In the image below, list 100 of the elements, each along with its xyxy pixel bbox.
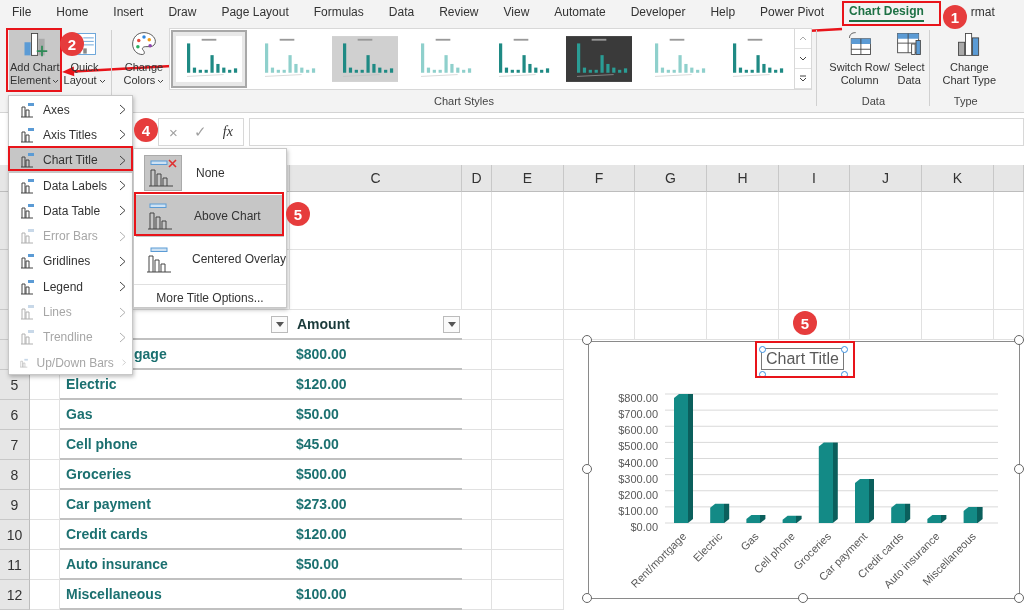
menu-item[interactable]: Axes xyxy=(9,97,132,123)
chart-bar[interactable] xyxy=(891,503,911,523)
chart-bar[interactable] xyxy=(710,503,730,523)
row-header[interactable]: 10 xyxy=(0,520,30,550)
filter-button[interactable] xyxy=(271,315,288,333)
sheet-cell[interactable] xyxy=(492,400,564,430)
column-header[interactable]: D xyxy=(462,165,492,192)
sheet-cell[interactable] xyxy=(290,250,462,310)
sheet-cell[interactable] xyxy=(492,430,564,460)
sheet-cell[interactable] xyxy=(30,490,60,520)
ribbon-tab[interactable]: View xyxy=(503,3,530,21)
sheet-cell[interactable] xyxy=(462,340,492,370)
select-data-button[interactable]: Select Data xyxy=(892,28,926,90)
menu-item[interactable]: Gridlines xyxy=(9,248,132,275)
sheet-cell[interactable] xyxy=(994,250,1024,310)
sheet-cell[interactable] xyxy=(492,310,564,340)
column-header[interactable] xyxy=(994,165,1024,192)
row-header[interactable]: 9 xyxy=(0,490,30,520)
ribbon-tab[interactable]: Developer xyxy=(630,3,686,21)
sheet-cell[interactable] xyxy=(462,460,492,490)
ribbon-tab[interactable]: rmat xyxy=(970,3,995,21)
title-handle[interactable] xyxy=(759,346,766,353)
column-header[interactable]: K xyxy=(922,165,994,192)
column-header[interactable]: I xyxy=(779,165,850,192)
sheet-cell[interactable] xyxy=(922,250,994,310)
chart-bar[interactable] xyxy=(746,514,766,523)
menu-item[interactable]: Data Labels xyxy=(9,172,132,199)
sheet-cell[interactable] xyxy=(462,370,492,400)
column-header[interactable]: H xyxy=(707,165,779,192)
chart-bar[interactable] xyxy=(818,442,838,523)
sheet-cell[interactable] xyxy=(462,430,492,460)
sheet-cell[interactable] xyxy=(30,520,60,550)
filter-button[interactable] xyxy=(443,315,460,333)
sheet-cell[interactable] xyxy=(922,192,994,250)
sheet-cell[interactable] xyxy=(30,550,60,580)
change-chart-type-button[interactable]: Change Chart Type xyxy=(941,28,998,90)
chart-bar[interactable] xyxy=(855,479,874,523)
chart-bar[interactable] xyxy=(782,515,802,523)
row-header[interactable]: 12 xyxy=(0,580,30,610)
sheet-cell[interactable] xyxy=(635,310,707,340)
menu-item[interactable]: Axis Titles xyxy=(9,122,132,148)
column-header[interactable]: F xyxy=(564,165,635,192)
column-header[interactable]: G xyxy=(635,165,707,192)
sheet-cell[interactable] xyxy=(492,250,564,310)
sheet-cell[interactable] xyxy=(635,250,707,310)
sheet-cell[interactable] xyxy=(994,192,1024,250)
row-header[interactable]: 8 xyxy=(0,460,30,490)
title-handle[interactable] xyxy=(841,346,848,353)
sheet-cell[interactable] xyxy=(30,460,60,490)
title-handle[interactable] xyxy=(841,371,848,378)
sheet-cell[interactable] xyxy=(30,400,60,430)
resize-handle[interactable] xyxy=(1014,593,1024,603)
sheet-cell[interactable] xyxy=(30,430,60,460)
sheet-cell[interactable] xyxy=(462,490,492,520)
sheet-cell[interactable] xyxy=(462,310,492,340)
resize-handle[interactable] xyxy=(582,335,592,345)
row-header[interactable]: 11 xyxy=(0,550,30,580)
sheet-cell[interactable] xyxy=(492,460,564,490)
resize-handle[interactable] xyxy=(582,464,592,474)
row-header[interactable]: 7 xyxy=(0,430,30,460)
sheet-cell[interactable] xyxy=(462,192,492,250)
sheet-cell[interactable] xyxy=(564,250,635,310)
ribbon-tab[interactable]: Draw xyxy=(168,3,197,21)
sheet-cell[interactable] xyxy=(492,580,564,610)
sheet-cell[interactable] xyxy=(462,400,492,430)
ribbon-tab[interactable]: Home xyxy=(56,3,89,21)
chart-style-thumbnail[interactable] xyxy=(171,30,248,88)
column-header[interactable]: J xyxy=(850,165,922,192)
sheet-cell[interactable] xyxy=(492,520,564,550)
chart-bar[interactable] xyxy=(963,506,983,523)
ribbon-tab[interactable]: Help xyxy=(710,3,736,21)
sheet-cell[interactable] xyxy=(492,550,564,580)
ribbon-tab[interactable]: Insert xyxy=(113,3,144,21)
switch-row-column-button[interactable]: Switch Row/ Column xyxy=(828,28,891,90)
sheet-cell[interactable] xyxy=(462,520,492,550)
submenu-item[interactable]: Above Chart xyxy=(136,195,284,237)
sheet-cell[interactable] xyxy=(462,250,492,310)
chart-bar[interactable] xyxy=(927,514,947,523)
title-handle[interactable] xyxy=(759,371,766,378)
sheet-cell[interactable] xyxy=(462,580,492,610)
sheet-cell[interactable] xyxy=(462,550,492,580)
ribbon-tab[interactable]: Page Layout xyxy=(221,3,289,21)
row-header[interactable]: 6 xyxy=(0,400,30,430)
ribbon-tab[interactable]: Automate xyxy=(554,3,606,21)
ribbon-tab[interactable]: Chart Design xyxy=(849,2,924,22)
sheet-cell[interactable] xyxy=(492,490,564,520)
resize-handle[interactable] xyxy=(798,593,808,603)
formula-input[interactable] xyxy=(248,118,1024,146)
sheet-cell[interactable] xyxy=(850,310,922,340)
add-chart-element-button[interactable]: Add Chart Element xyxy=(9,28,61,90)
menu-item[interactable]: Data Table xyxy=(9,198,132,224)
submenu-item[interactable]: Centered Overlay xyxy=(136,238,284,280)
ribbon-tab[interactable]: Data xyxy=(388,3,415,21)
sheet-cell[interactable] xyxy=(707,192,779,250)
sheet-cell[interactable] xyxy=(707,250,779,310)
chart-title[interactable]: Chart Title xyxy=(761,348,844,370)
sheet-cell[interactable] xyxy=(492,192,564,250)
ribbon-tab[interactable]: Power Pivot xyxy=(760,3,825,21)
menu-item[interactable]: Legend xyxy=(9,274,132,300)
ribbon-tab[interactable]: Review xyxy=(439,3,479,21)
